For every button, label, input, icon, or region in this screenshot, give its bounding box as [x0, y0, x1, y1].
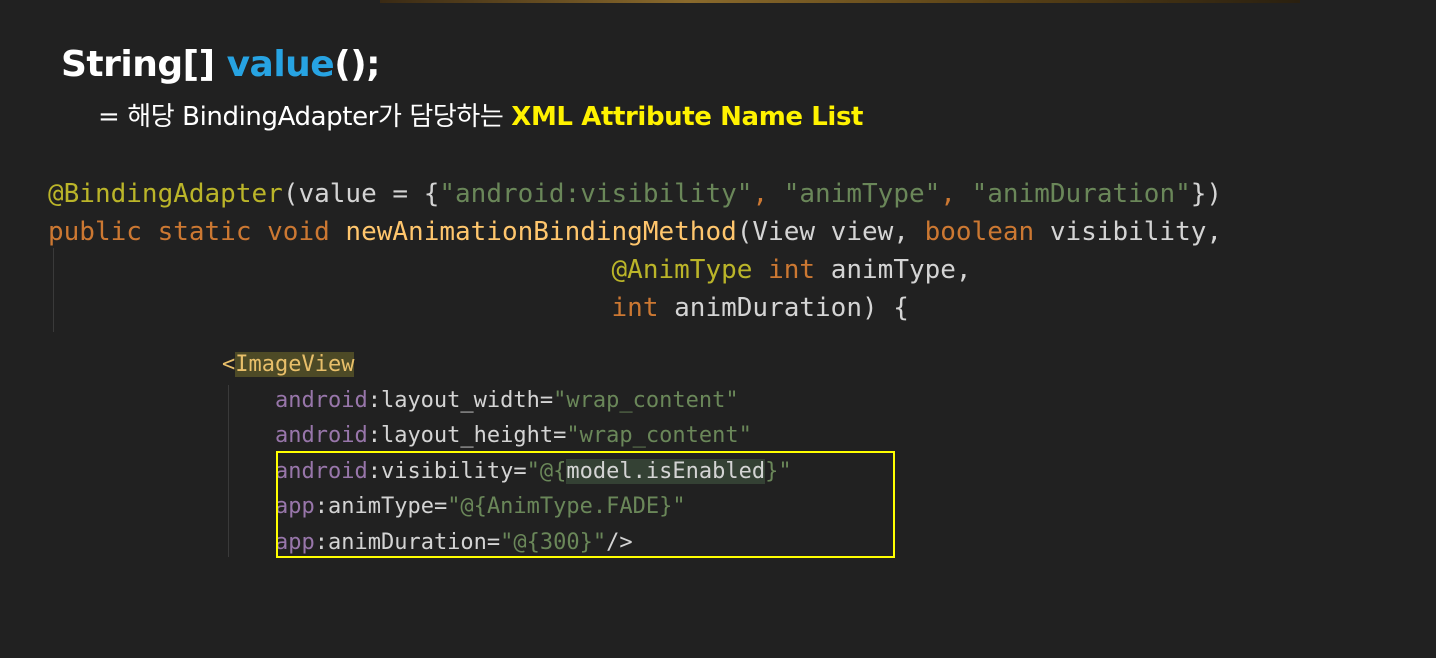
attr-value: wrap_content	[579, 423, 739, 448]
string-anim-duration: "animDuration"	[971, 179, 1191, 209]
binding-attributes-highlight-box	[276, 451, 895, 558]
param-anim-type: animType,	[815, 255, 972, 285]
title-method: value	[226, 44, 335, 85]
tag-open-bracket: <	[222, 352, 236, 377]
int-keyword: int	[611, 293, 659, 323]
method-name: newAnimationBindingMethod	[345, 217, 737, 247]
attr-name: :layout_height=	[367, 423, 567, 448]
attr-quote-open: "	[566, 423, 580, 448]
value-open: (value = {	[282, 179, 440, 209]
subtitle-text: = 해당 BindingAdapter가 담당하는	[98, 102, 512, 132]
slide-title: String[] value();	[61, 40, 381, 90]
param-visibility: visibility,	[1034, 217, 1223, 247]
int-keyword: int	[752, 255, 816, 285]
slide-subtitle: = 해당 BindingAdapter가 담당하는 XML Attribute …	[98, 98, 863, 136]
xml-attr-line: android:layout_width="wrap_content"	[222, 383, 792, 419]
anim-type-annotation: @AnimType	[611, 255, 753, 285]
java-line-2: public static void newAnimationBindingMe…	[48, 213, 1222, 251]
java-line-3: @AnimType int animType,	[48, 251, 1222, 289]
boolean-keyword: boolean	[924, 217, 1035, 247]
string-visibility: "android:visibility"	[439, 179, 753, 209]
attr-quote-open: "	[553, 387, 567, 413]
comma-1: ,	[752, 179, 784, 209]
binding-adapter-annotation: @BindingAdapter	[48, 179, 283, 209]
title-prefix: String[]	[61, 44, 227, 85]
tag-name: ImageView	[235, 352, 355, 377]
subtitle-highlight: XML Attribute Name List	[511, 102, 864, 132]
attr-value: wrap_content	[566, 387, 726, 413]
java-line-4: int animDuration) {	[48, 289, 1222, 327]
value-close: })	[1190, 179, 1223, 209]
xml-tag-line: <ImageView	[222, 347, 792, 383]
attr-quote-close: "	[738, 423, 752, 448]
method-modifiers: public static void	[48, 217, 346, 247]
title-suffix: ();	[334, 44, 381, 85]
attr-quote-close: "	[725, 387, 739, 413]
java-line-1: @BindingAdapter(value = {"android:visibi…	[48, 175, 1222, 213]
xml-attr-line: android:layout_height="wrap_content"	[222, 418, 792, 454]
java-code-block: @BindingAdapter(value = {"android:visibi…	[48, 175, 1222, 327]
string-anim-type: "animType"	[783, 179, 941, 209]
comma-2: ,	[940, 179, 972, 209]
attr-name: :layout_width=	[367, 387, 554, 413]
params-start: (View view,	[736, 217, 925, 247]
attr-namespace: android	[274, 423, 368, 448]
param-anim-duration: animDuration) {	[658, 293, 909, 323]
attr-namespace: android	[274, 387, 368, 413]
top-decoration-strip	[380, 0, 1300, 3]
